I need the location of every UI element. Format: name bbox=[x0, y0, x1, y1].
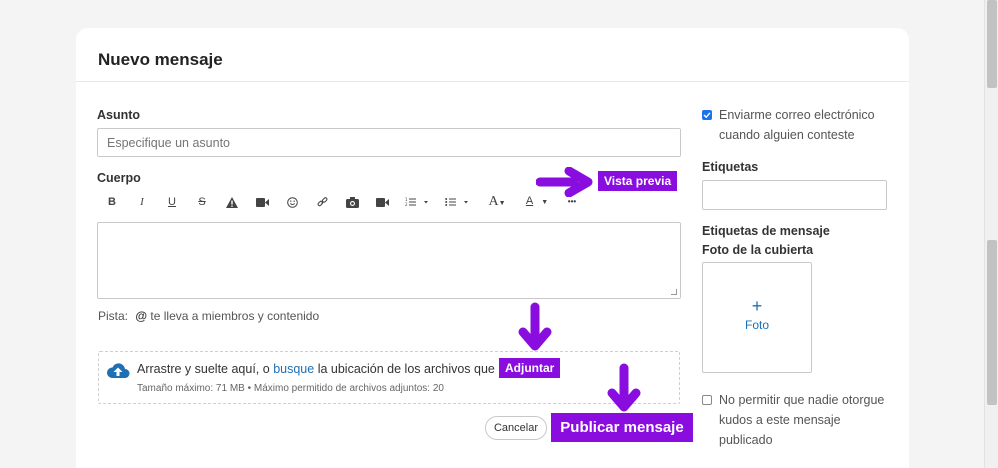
no-kudos-label: No permitir que nadie otorgue kudos a es… bbox=[719, 390, 884, 450]
editor-toolbar: B I U S 12 A▼ A ▼ ••• bbox=[97, 193, 587, 211]
text-color-dropdown[interactable]: A ▼ bbox=[517, 192, 557, 212]
check-icon bbox=[703, 112, 711, 119]
browse-link[interactable]: busque bbox=[273, 362, 314, 376]
page-title: Nuevo mensaje bbox=[98, 50, 223, 69]
text-color-label: A bbox=[525, 195, 534, 207]
link-icon[interactable] bbox=[307, 193, 337, 211]
numbered-list-dropdown[interactable]: 12 bbox=[397, 193, 437, 211]
scrollbar-thumb-top[interactable] bbox=[987, 0, 997, 88]
video-icon[interactable] bbox=[247, 193, 277, 211]
tags-input[interactable] bbox=[702, 180, 887, 210]
strikethrough-button[interactable]: S bbox=[187, 193, 217, 211]
dropzone-text: Arrastre y suelte aquí, o busque la ubic… bbox=[137, 362, 495, 376]
bullet-list-dropdown[interactable] bbox=[437, 193, 477, 211]
more-options-icon[interactable]: ••• bbox=[557, 193, 587, 211]
warning-icon[interactable] bbox=[217, 193, 247, 211]
video-embed-icon[interactable] bbox=[367, 193, 397, 211]
cancel-button[interactable]: Cancelar bbox=[485, 416, 547, 440]
body-label: Cuerpo bbox=[97, 171, 141, 185]
attachment-dropzone[interactable]: Arrastre y suelte aquí, o busque la ubic… bbox=[98, 351, 680, 404]
bold-button[interactable]: B bbox=[97, 193, 127, 211]
cloud-upload-icon bbox=[106, 363, 130, 378]
cover-photo-label: Foto de la cubierta bbox=[702, 243, 814, 257]
arrow-down-icon bbox=[518, 302, 552, 351]
email-me-line2: cuando alguien conteste bbox=[719, 128, 855, 142]
at-symbol: @ bbox=[135, 309, 148, 323]
dropzone-text-after: la ubicación de los archivos que bbox=[317, 362, 495, 376]
no-kudos-line2: kudos a este mensaje bbox=[719, 413, 841, 427]
emoji-icon[interactable] bbox=[277, 193, 307, 211]
cover-photo-upload[interactable]: + Foto bbox=[702, 262, 812, 373]
hint-text: te lleva a miembros y contenido bbox=[150, 309, 320, 323]
no-kudos-checkbox[interactable] bbox=[702, 395, 712, 405]
mention-hint: Pista: @ te lleva a miembros y contenido bbox=[98, 309, 319, 323]
email-me-line1: Enviarme correo electrónico bbox=[719, 108, 875, 122]
scrollbar-thumb[interactable] bbox=[987, 240, 997, 405]
photo-label: Foto bbox=[744, 318, 769, 332]
no-kudos-line1: No permitir que nadie otorgue bbox=[719, 393, 885, 407]
camera-icon[interactable] bbox=[337, 193, 367, 211]
underline-button[interactable]: U bbox=[157, 193, 187, 211]
svg-text:2: 2 bbox=[405, 202, 408, 207]
page-scrollbar[interactable] bbox=[984, 0, 998, 468]
plus-icon: + bbox=[751, 296, 763, 316]
resize-handle[interactable] bbox=[671, 289, 677, 295]
publish-button[interactable]: Publicar mensaje bbox=[551, 413, 693, 442]
no-kudos-line3: publicado bbox=[719, 433, 773, 447]
font-size-label: A bbox=[488, 193, 499, 209]
italic-button[interactable]: I bbox=[127, 193, 157, 211]
font-size-dropdown[interactable]: A▼ bbox=[477, 193, 517, 212]
dropzone-text-before: Arrastre y suelte aquí, o bbox=[137, 362, 270, 376]
preview-button[interactable]: Vista previa bbox=[598, 171, 678, 191]
email-me-checkbox[interactable] bbox=[702, 110, 712, 120]
arrow-down-icon bbox=[607, 363, 641, 412]
subject-label: Asunto bbox=[97, 108, 141, 122]
tags-label: Etiquetas bbox=[702, 160, 759, 174]
chevron-down-icon: ▼ bbox=[498, 198, 506, 207]
hint-prefix: Pista: bbox=[98, 309, 129, 323]
message-tags-label: Etiquetas de mensaje bbox=[702, 224, 830, 238]
subject-input[interactable] bbox=[97, 128, 681, 157]
card-header: Nuevo mensaje bbox=[76, 28, 909, 82]
attachment-limits: Tamaño máximo: 71 MB • Máximo permitido … bbox=[137, 383, 444, 394]
chevron-down-icon: ▼ bbox=[541, 199, 549, 206]
attach-button[interactable]: Adjuntar bbox=[499, 358, 561, 378]
message-body-editor[interactable] bbox=[97, 222, 681, 299]
email-me-label: Enviarme correo electrónico cuando algui… bbox=[719, 105, 875, 145]
